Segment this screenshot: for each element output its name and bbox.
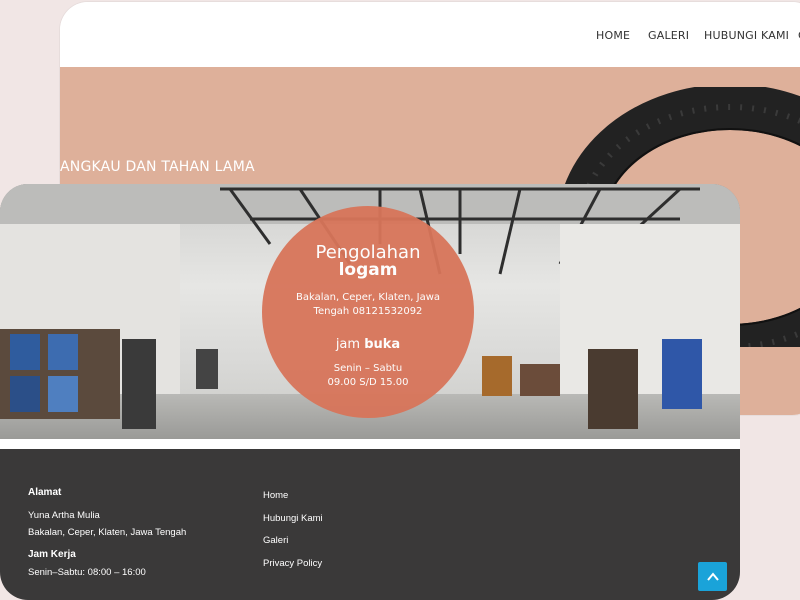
circle-hours-heading: jam buka bbox=[262, 337, 474, 352]
chevron-up-icon bbox=[706, 571, 719, 581]
circle-hours: 09.00 S/D 15.00 bbox=[327, 377, 409, 388]
artwork-blue-3 bbox=[10, 376, 40, 412]
circle-days: Senin – Sabtu bbox=[333, 363, 403, 374]
artwork-small bbox=[196, 349, 218, 389]
nav-galeri-link[interactable]: GALERI bbox=[648, 29, 689, 42]
circle-hours-prefix: jam bbox=[335, 337, 361, 352]
artwork-blue-2 bbox=[48, 334, 78, 370]
circle-hours-bold: buka bbox=[364, 337, 401, 352]
artwork-blue-1 bbox=[10, 334, 40, 370]
circle-address: Bakalan, Ceper, Klaten, Jawa Tengah 0812… bbox=[295, 292, 441, 317]
scroll-to-top-button[interactable] bbox=[698, 562, 727, 591]
footer-hours: Senin–Sabtu: 08:00 – 16:00 bbox=[28, 567, 146, 578]
nav-home-link[interactable]: HOME bbox=[596, 29, 630, 42]
footer-link-home[interactable]: Home bbox=[263, 490, 288, 501]
artwork-warm bbox=[520, 364, 560, 396]
footer-address-heading: Alamat bbox=[28, 487, 62, 498]
info-circle: Pengolahan logam Bakalan, Ceper, Klaten,… bbox=[262, 206, 474, 418]
circle-title-bold: logam bbox=[338, 260, 398, 280]
footer-link-hubungi-kami[interactable]: Hubungi Kami bbox=[263, 513, 323, 524]
top-navigation: HOME GALERI HUBUNGI KAMI C bbox=[60, 2, 800, 67]
footer-address: Bakalan, Ceper, Klaten, Jawa Tengah bbox=[28, 527, 187, 538]
artwork-portrait bbox=[122, 339, 156, 429]
artwork-blue-4 bbox=[48, 376, 78, 412]
footer-link-galeri[interactable]: Galeri bbox=[263, 535, 288, 546]
footer-company: Yuna Artha Mulia bbox=[28, 510, 100, 521]
photo-divider bbox=[0, 439, 740, 449]
footer-hours-heading: Jam Kerja bbox=[28, 549, 76, 560]
artwork-face bbox=[482, 356, 512, 396]
nav-hubungi-kami-link[interactable]: HUBUNGI KAMI bbox=[704, 29, 789, 42]
footer-link-privacy-policy[interactable]: Privacy Policy bbox=[263, 558, 322, 569]
artwork-abstract bbox=[662, 339, 702, 409]
shelf-right bbox=[588, 349, 638, 429]
hero-tagline: ANGKAU DAN TAHAN LAMA bbox=[60, 159, 255, 175]
